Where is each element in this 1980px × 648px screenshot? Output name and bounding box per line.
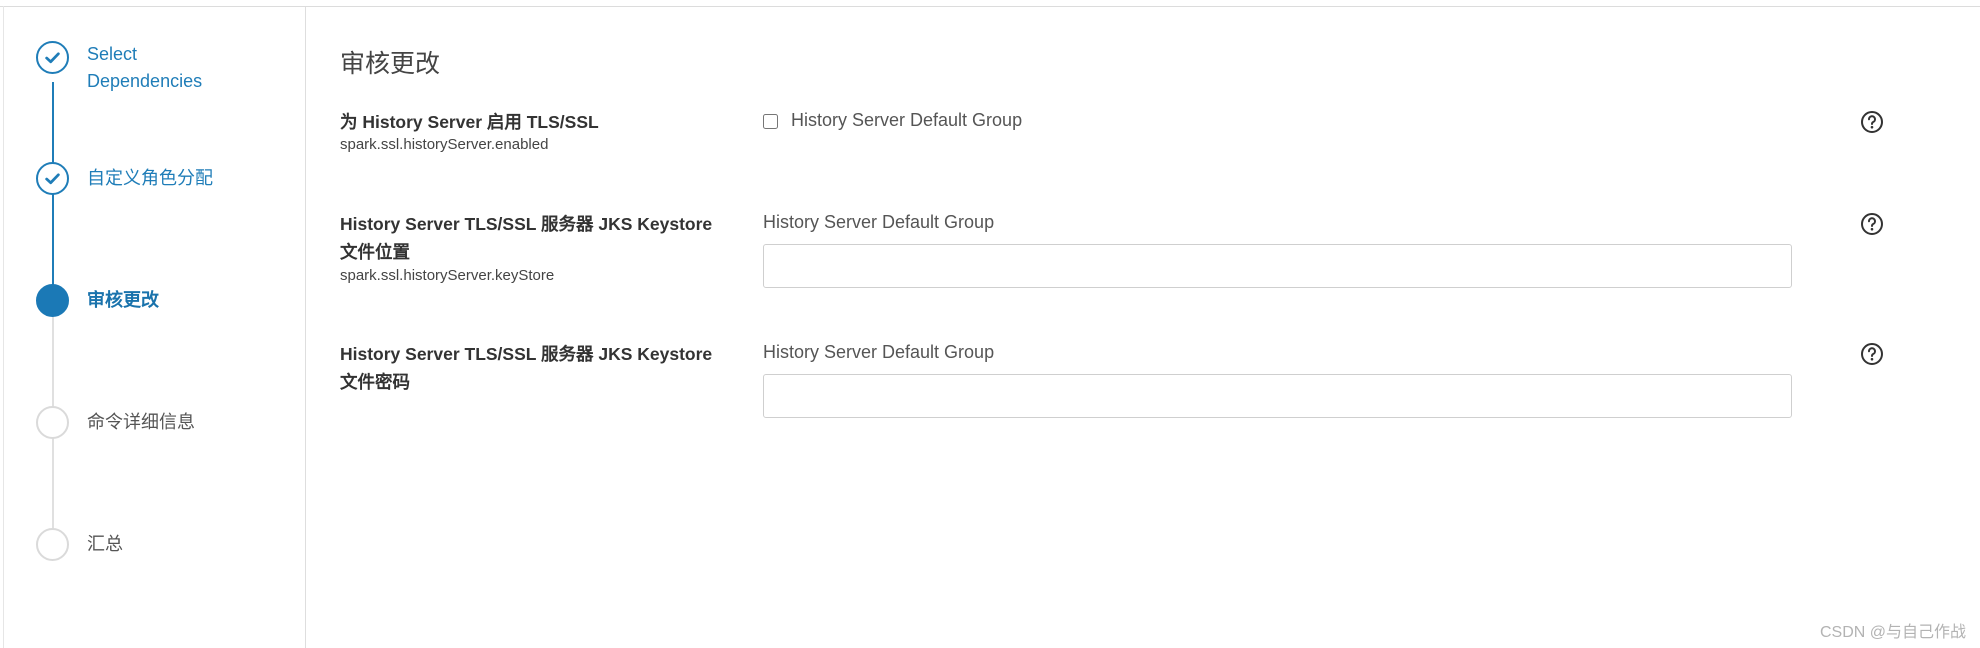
config-property: spark.ssl.historyServer.keyStore (340, 267, 555, 284)
group-label[interactable]: History Server Default Group (791, 110, 1022, 131)
keystore-password-input[interactable] (763, 374, 1792, 418)
step-custom-role-assignment[interactable]: 自定义角色分配 (36, 162, 213, 195)
progress-rail-completed (52, 82, 54, 308)
step-command-details[interactable]: 命令详细信息 (36, 406, 195, 439)
step-summary[interactable]: 汇总 (36, 528, 123, 561)
config-property: spark.ssl.historyServer.enabled (340, 136, 549, 153)
group-label: History Server Default Group (763, 342, 995, 362)
step-select-dependencies[interactable]: Select Dependencies (36, 41, 202, 95)
question-circle-icon[interactable] (1860, 342, 1884, 366)
pending-step-icon (36, 528, 69, 561)
step-label: 审核更改 (87, 290, 159, 310)
tls-enabled-checkbox[interactable] (763, 114, 778, 129)
step-label: 自定义角色分配 (87, 168, 213, 188)
checkmark-icon (36, 41, 69, 74)
config-label: History Server TLS/SSL 服务器 JKS Keystore … (340, 344, 713, 392)
step-label: Select Dependencies (87, 44, 203, 91)
page-title: 审核更改 (340, 50, 441, 78)
pending-step-icon (36, 406, 69, 439)
question-circle-icon[interactable] (1860, 110, 1884, 134)
config-label: History Server TLS/SSL 服务器 JKS Keystore … (340, 214, 713, 262)
step-label: 汇总 (87, 534, 123, 554)
keystore-location-input[interactable] (763, 244, 1792, 288)
config-label: 为 History Server 启用 TLS/SSL (340, 112, 599, 132)
current-step-icon (36, 284, 69, 317)
group-label: History Server Default Group (763, 212, 995, 232)
question-circle-icon[interactable] (1860, 212, 1884, 236)
checkmark-icon (36, 162, 69, 195)
step-review-changes[interactable]: 审核更改 (36, 284, 159, 317)
watermark: CSDN @与自己作战 (1819, 624, 1966, 641)
step-label: 命令详细信息 (87, 412, 195, 432)
wizard-sidebar: Select Dependencies 自定义角色分配 审核更改 命令详细信息 … (0, 7, 306, 648)
